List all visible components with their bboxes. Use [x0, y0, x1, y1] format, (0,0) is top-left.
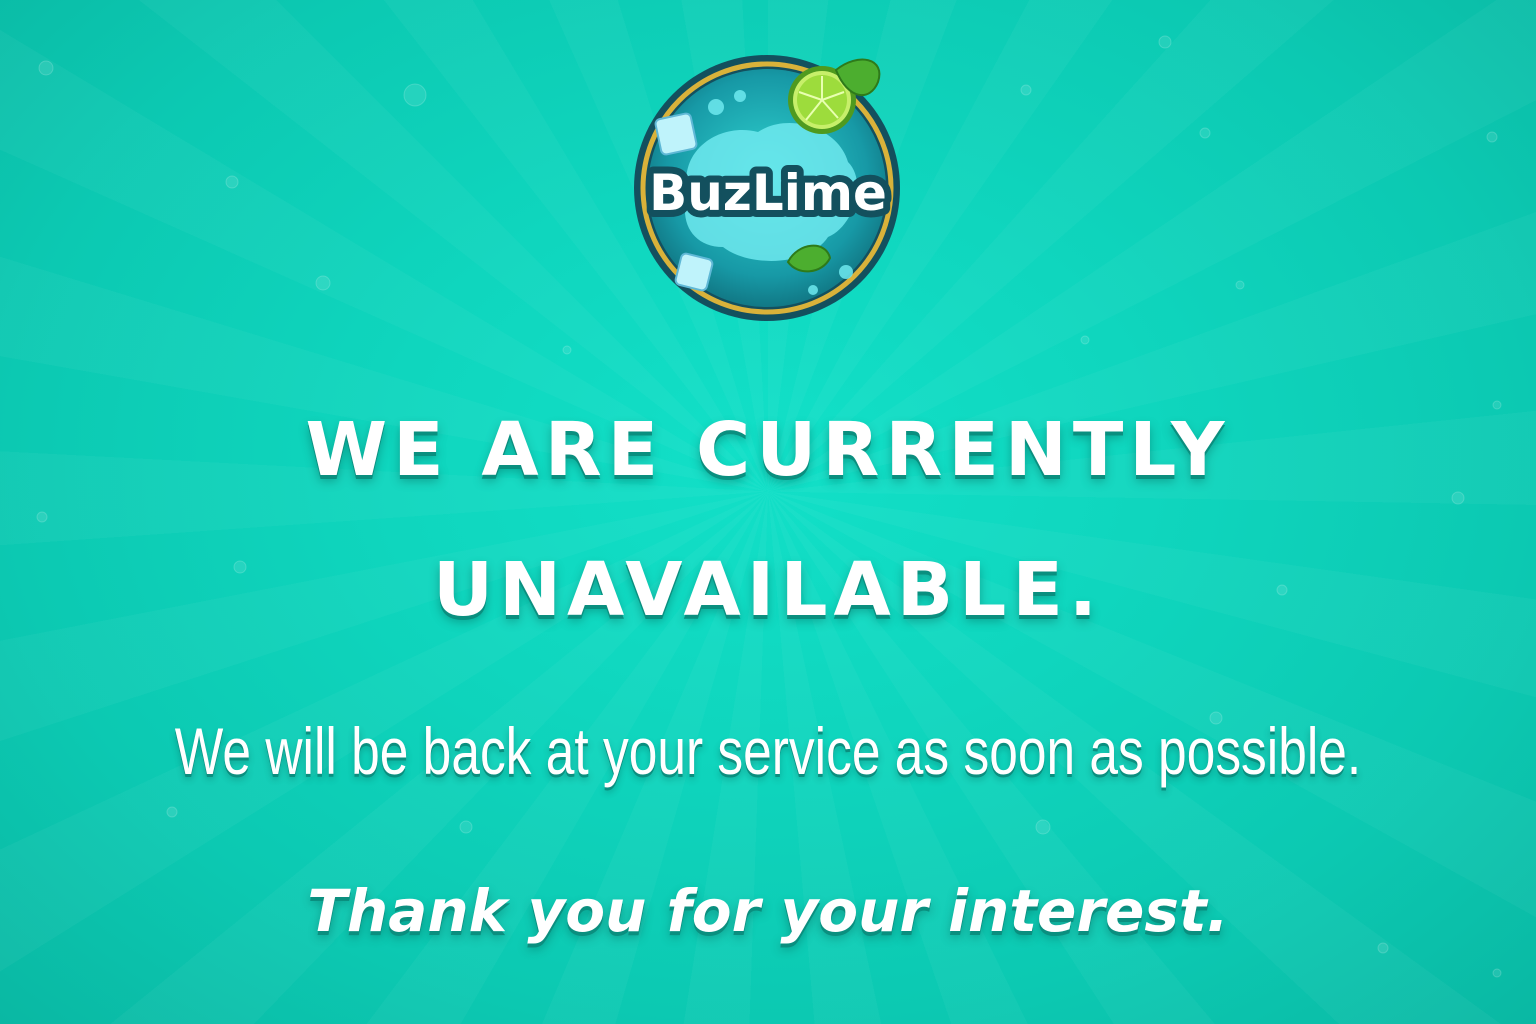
thank-you-message: Thank you for your interest.: [307, 877, 1229, 945]
return-message: We will be back at your service as soon …: [174, 714, 1362, 788]
logo-text: BuzLime: [649, 164, 887, 222]
headline-line-1: WE ARE CURRENTLY: [305, 407, 1231, 493]
headline-line-2: UNAVAILABLE.: [433, 547, 1103, 633]
buzlime-logo: BuzLime BuzLime: [608, 52, 928, 324]
